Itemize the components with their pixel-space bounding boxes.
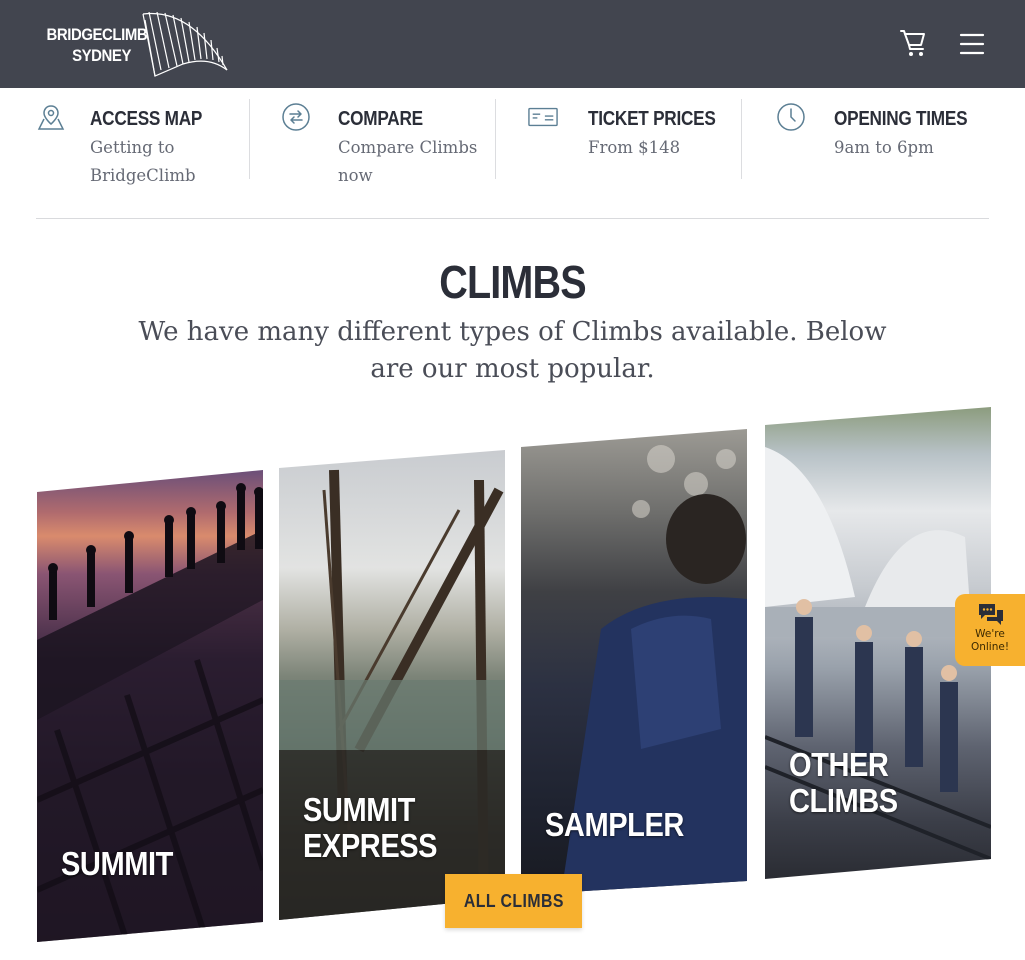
compare-title: COMPARE <box>338 108 423 130</box>
site-header: BRIDGECLIMB SYDNEY <box>0 0 1025 88</box>
chat-status-text: We're Online! <box>955 628 1025 654</box>
opening-times-title: OPENING TIMES <box>834 108 968 130</box>
ticket-icon <box>528 107 558 127</box>
access-map-title: ACCESS MAP <box>90 108 203 130</box>
logo-line-2: SYDNEY <box>72 46 131 65</box>
clock-icon <box>777 103 805 131</box>
ticket-prices-title: TICKET PRICES <box>588 108 716 130</box>
bridge-arch-logo-icon <box>142 12 228 77</box>
section-divider <box>36 218 989 219</box>
card-label: OTHER CLIMBS <box>789 746 898 819</box>
logo-text: BRIDGECLIMB SYDNEY <box>46 24 148 66</box>
quick-info-strip: ACCESS MAP Getting to BridgeClimb COMPAR… <box>0 88 1025 188</box>
menu-button[interactable] <box>958 30 986 58</box>
divider <box>741 99 742 179</box>
compare-link[interactable]: COMPARE Compare Climbs now <box>281 98 486 188</box>
climbs-heading: CLIMBS <box>439 256 586 308</box>
climb-card-summit-express[interactable]: SUMMIT EXPRESS <box>279 450 505 920</box>
hamburger-menu-icon <box>959 33 985 55</box>
map-pin-icon <box>37 105 65 130</box>
divider <box>249 99 250 179</box>
divider <box>495 99 496 179</box>
cart-button[interactable] <box>900 28 932 60</box>
ticket-prices-subtitle: From $148 <box>588 138 681 157</box>
climbs-subheading: We have many different types of Climbs a… <box>138 317 887 384</box>
ticket-prices-link[interactable]: TICKET PRICES From $148 <box>528 98 733 188</box>
climb-card-summit[interactable]: SUMMIT <box>37 470 263 942</box>
bridgeclimb-logo[interactable]: BRIDGECLIMB SYDNEY <box>35 12 235 78</box>
access-map-link[interactable]: ACCESS MAP Getting to BridgeClimb <box>36 98 236 188</box>
compare-arrows-icon <box>282 103 310 131</box>
live-chat-widget[interactable]: We're Online! <box>955 594 1025 666</box>
chat-bubbles-icon <box>979 604 1003 625</box>
card-label: SUMMIT EXPRESS <box>303 791 438 864</box>
chat-line-2: Online! <box>970 641 1010 653</box>
logo-line-1: BRIDGECLIMB <box>46 25 148 44</box>
opening-times-subtitle: 9am to 6pm <box>834 138 934 157</box>
compare-subtitle: Compare Climbs now <box>338 138 478 185</box>
chat-line-1: We're <box>975 628 1005 640</box>
access-map-subtitle: Getting to BridgeClimb <box>90 138 196 185</box>
opening-times-link[interactable]: OPENING TIMES 9am to 6pm <box>776 98 986 188</box>
card-label: SAMPLER <box>545 806 684 843</box>
all-climbs-button[interactable]: ALL CLIMBS <box>445 874 582 928</box>
card-label: SUMMIT <box>61 845 173 882</box>
cart-icon <box>900 30 925 56</box>
climb-card-sampler[interactable]: SAMPLER <box>521 429 747 895</box>
all-climbs-label: ALL CLIMBS <box>463 890 564 911</box>
